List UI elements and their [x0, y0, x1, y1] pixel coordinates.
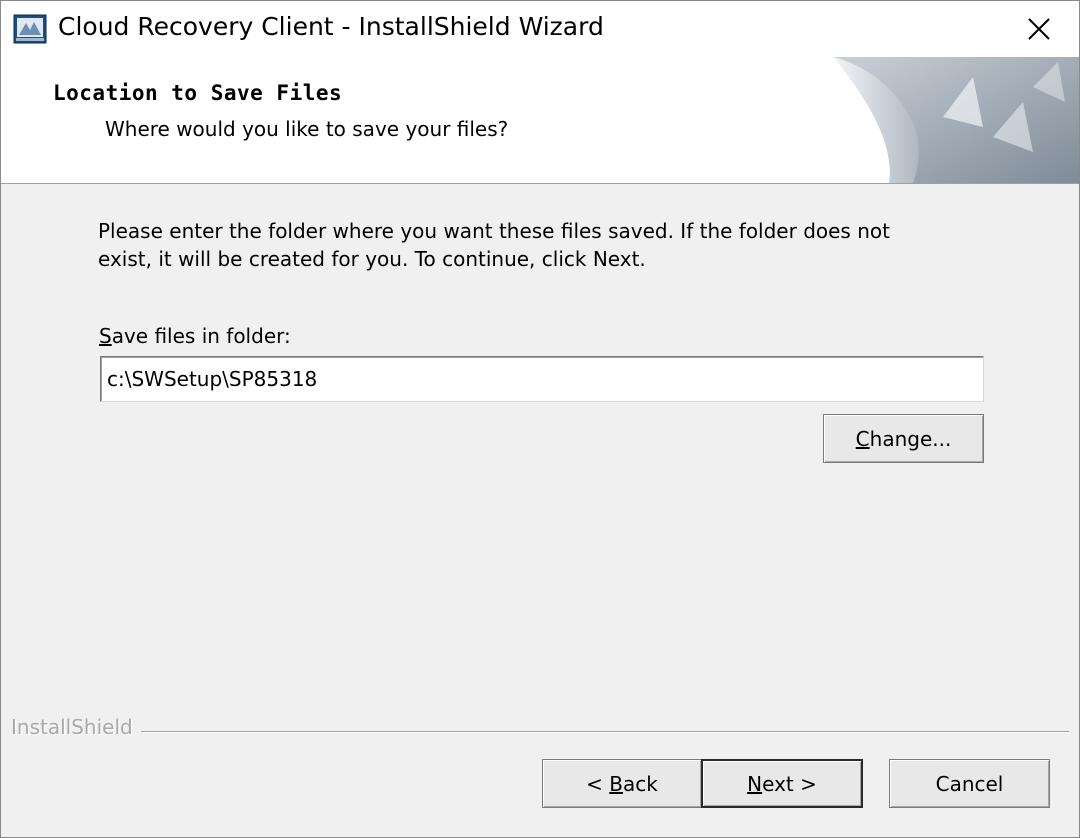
button-mnemonic: N [747, 771, 763, 796]
window-title: Cloud Recovery Client - InstallShield Wi… [58, 12, 604, 41]
page-title: Location to Save Files [53, 81, 343, 105]
change-button[interactable]: Change... [823, 414, 984, 463]
wizard-header-banner: Location to Save Files Where would you l… [1, 57, 1079, 184]
installshield-brand-label: InstallShield [11, 715, 133, 739]
save-folder-label: Save files in folder: [99, 324, 291, 348]
cancel-button[interactable]: Cancel [889, 759, 1050, 808]
button-label: < [586, 771, 610, 796]
button-label: ext > [762, 771, 817, 796]
page-subtitle: Where would you like to save your files? [105, 117, 509, 141]
label-text: ave files in folder: [111, 324, 291, 348]
button-mnemonic: B [609, 771, 623, 796]
button-label: hange... [869, 426, 952, 451]
next-button[interactable]: Next > [701, 759, 863, 808]
page-curl-graphic [833, 57, 1079, 183]
instructions-line: Please enter the folder where you want t… [98, 219, 890, 243]
instructions-line: exist, it will be created for you. To co… [98, 247, 646, 271]
button-label: ack [623, 771, 658, 796]
instructions-text: Please enter the folder where you want t… [98, 217, 978, 273]
back-button[interactable]: < Back [542, 759, 702, 808]
label-mnemonic: S [99, 324, 112, 348]
installshield-wizard-window: Cloud Recovery Client - InstallShield Wi… [0, 0, 1080, 838]
title-bar[interactable]: Cloud Recovery Client - InstallShield Wi… [1, 1, 1079, 57]
close-button[interactable] [999, 1, 1079, 57]
close-icon [1028, 18, 1050, 40]
footer-divider [141, 731, 1069, 733]
save-folder-input[interactable] [100, 356, 984, 402]
button-mnemonic: C [855, 426, 870, 451]
installshield-app-icon [13, 14, 47, 44]
